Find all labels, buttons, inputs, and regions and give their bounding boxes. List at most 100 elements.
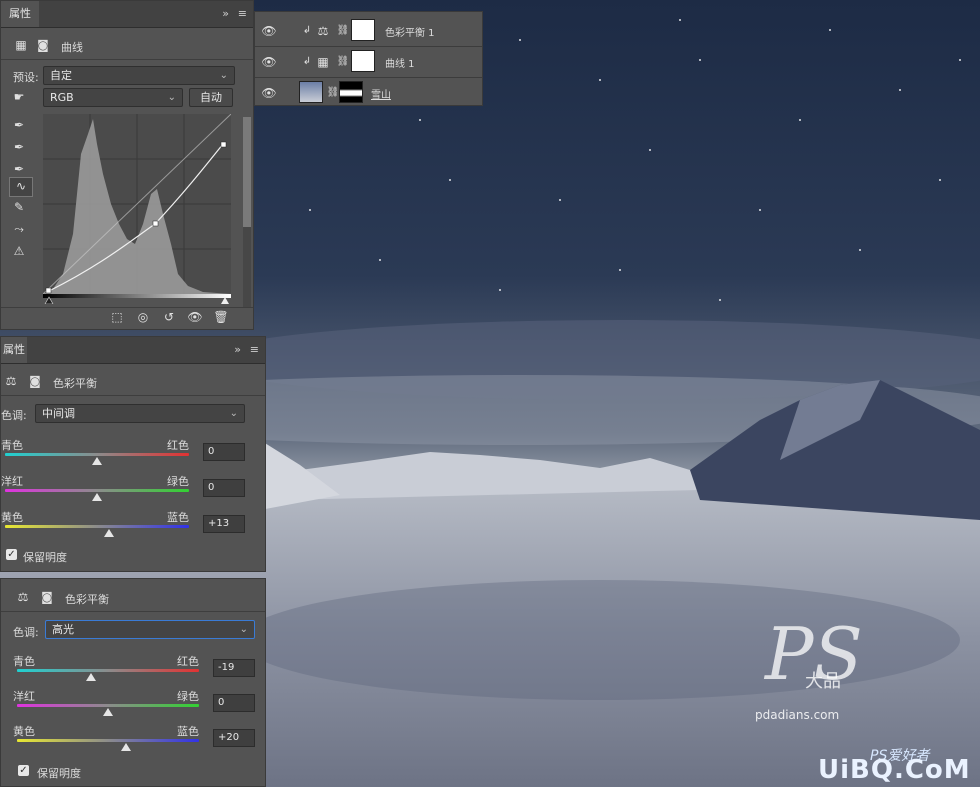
- slider-thumb[interactable]: [85, 673, 96, 681]
- layer-mask-thumb[interactable]: [339, 81, 363, 103]
- layer-image-thumb[interactable]: [299, 81, 323, 103]
- preset-label: 预设:: [13, 71, 39, 84]
- slider-track[interactable]: [5, 453, 189, 456]
- eyedropper-black-icon[interactable]: ✒: [11, 117, 27, 133]
- eye-icon[interactable]: 👁: [261, 23, 277, 39]
- panel-tabbar: 属性 » ≡: [1, 1, 253, 28]
- clipping-warning-icon[interactable]: ⚠: [11, 243, 27, 259]
- slider-left-label: 黄色: [1, 511, 23, 524]
- color-slider[interactable]: 青色 红色 0: [1, 437, 267, 473]
- chain-icon: ⛓: [336, 56, 350, 67]
- collapse-icon[interactable]: »: [234, 337, 241, 363]
- layers-panel: 👁 ↲ ⚖ ⛓ 色彩平衡 1 👁 ↲ ▦ ⛓ 曲线 1 👁 ⛓ 雪山: [254, 11, 483, 106]
- curve-point: [152, 220, 159, 227]
- eye-icon[interactable]: 👁: [261, 54, 277, 70]
- slider-track[interactable]: [5, 525, 189, 528]
- slider-track[interactable]: [5, 489, 189, 492]
- slider-thumb[interactable]: [92, 493, 102, 501]
- panel-menu-icon[interactable]: ≡: [238, 1, 247, 27]
- balance-icon: ⚖: [5, 374, 17, 388]
- panel-title: 色彩平衡: [65, 593, 109, 606]
- trash-icon[interactable]: 🗑: [213, 309, 229, 325]
- scrollbar[interactable]: [243, 117, 251, 307]
- slider-thumb[interactable]: [121, 743, 132, 751]
- eye-icon[interactable]: 👁: [261, 85, 277, 101]
- channel-select[interactable]: RGB ⌄: [43, 88, 183, 107]
- divider: [1, 611, 265, 612]
- visibility-icon[interactable]: 👁: [187, 309, 203, 325]
- reset-icon[interactable]: ↺: [161, 309, 177, 325]
- eyedropper-white-icon[interactable]: ✒: [11, 161, 27, 177]
- auto-button[interactable]: 自动: [189, 88, 233, 107]
- color-slider[interactable]: 洋红 绿色 0: [1, 688, 267, 724]
- preset-value: 自定: [50, 69, 72, 82]
- curves-icon: ▦: [317, 55, 329, 69]
- tab-properties[interactable]: 属性: [1, 337, 27, 363]
- slider-track[interactable]: [17, 739, 199, 742]
- panel-tabbar: 属性 » ≡: [1, 337, 265, 364]
- tone-select[interactable]: 高光 ⌄: [45, 620, 255, 639]
- color-slider[interactable]: 青色 红色 -19: [1, 653, 267, 689]
- curve-point-tool-icon[interactable]: ∿: [9, 177, 33, 197]
- watermark-site: pdadians.com: [755, 708, 840, 722]
- pencil-icon[interactable]: ✎: [11, 199, 27, 215]
- preserve-luminosity-checkbox[interactable]: ✓: [6, 549, 17, 560]
- slider-thumb[interactable]: [103, 529, 114, 537]
- slider-value-input[interactable]: -19: [213, 659, 255, 677]
- clip-arrow-icon: ↲: [302, 25, 312, 36]
- tone-select[interactable]: 中间调 ⌄: [35, 404, 245, 423]
- tone-value: 中间调: [42, 407, 75, 420]
- clip-to-layer-icon[interactable]: ⬚: [109, 309, 125, 325]
- curves-graph[interactable]: [43, 114, 231, 304]
- slider-right-label: 红色: [167, 439, 189, 452]
- slider-right-label: 蓝色: [167, 511, 189, 524]
- slider-value-input[interactable]: 0: [213, 694, 255, 712]
- clip-arrow-icon: ↲: [302, 56, 312, 67]
- mask-icon[interactable]: ◙: [39, 589, 55, 605]
- preserve-luminosity-checkbox[interactable]: ✓: [18, 765, 29, 776]
- chevron-down-icon: ⌄: [167, 92, 176, 103]
- balance-icon: ⚖: [17, 590, 29, 604]
- color-balance-midtones-panel: 属性 » ≡ ⚖ ◙ 色彩平衡 色调: 中间调 ⌄ 青色 红色 0 洋红 绿色 0 黄色 蓝色…: [0, 336, 266, 572]
- mask-icon[interactable]: ◙: [35, 37, 51, 53]
- collapse-icon[interactable]: »: [222, 1, 229, 27]
- panel-title: 色彩平衡: [53, 377, 97, 390]
- smooth-curve-icon[interactable]: ⤳: [11, 221, 27, 237]
- layer-name: 雪山: [371, 90, 391, 101]
- slider-value-input[interactable]: +20: [213, 729, 255, 747]
- scrollbar-thumb[interactable]: [243, 117, 251, 227]
- view-previous-icon[interactable]: ◎: [135, 309, 151, 325]
- hand-target-icon[interactable]: ☛: [11, 89, 27, 105]
- layer-row-snow-mountain[interactable]: 👁 ⛓ 雪山: [255, 78, 482, 108]
- tab-properties[interactable]: 属性: [1, 1, 39, 27]
- color-slider[interactable]: 黄色 蓝色 +20: [1, 723, 267, 759]
- mask-icon[interactable]: ◙: [27, 373, 43, 389]
- slider-thumb[interactable]: [103, 708, 113, 716]
- preserve-luminosity-label: 保留明度: [23, 551, 67, 564]
- layer-row-color-balance[interactable]: 👁 ↲ ⚖ ⛓ 色彩平衡 1: [255, 16, 482, 47]
- watermark-ps-sub: 大品: [805, 671, 841, 692]
- slider-value-input[interactable]: +13: [203, 515, 245, 533]
- slider-right-label: 蓝色: [177, 725, 199, 738]
- divider: [1, 395, 265, 396]
- chevron-down-icon: ⌄: [229, 408, 238, 419]
- preset-select[interactable]: 自定 ⌄: [43, 66, 235, 85]
- layer-mask-thumb[interactable]: [351, 19, 375, 41]
- slider-track[interactable]: [17, 669, 199, 672]
- chain-icon: ⛓: [336, 25, 350, 36]
- slider-thumb[interactable]: [92, 457, 102, 465]
- tone-label: 色调:: [13, 626, 39, 639]
- layer-row-curves[interactable]: 👁 ↲ ▦ ⛓ 曲线 1: [255, 47, 482, 78]
- slider-value-input[interactable]: 0: [203, 479, 245, 497]
- color-balance-highlights-panel: ⚖ ◙ 色彩平衡 色调: 高光 ⌄ 青色 红色 -19 洋红 绿色 0 黄色 蓝色 +20 ✓ …: [0, 578, 266, 787]
- panel-menu-icon[interactable]: ≡: [250, 337, 259, 363]
- eyedropper-gray-icon[interactable]: ✒: [11, 139, 27, 155]
- slider-value-input[interactable]: 0: [203, 443, 245, 461]
- layer-mask-thumb[interactable]: [351, 50, 375, 72]
- color-slider[interactable]: 黄色 蓝色 +13: [1, 509, 267, 545]
- layer-name: 色彩平衡 1: [385, 28, 435, 39]
- slider-track[interactable]: [17, 704, 199, 707]
- slider-left-label: 青色: [13, 655, 35, 668]
- color-slider[interactable]: 洋红 绿色 0: [1, 473, 267, 509]
- preserve-luminosity-label: 保留明度: [37, 767, 81, 780]
